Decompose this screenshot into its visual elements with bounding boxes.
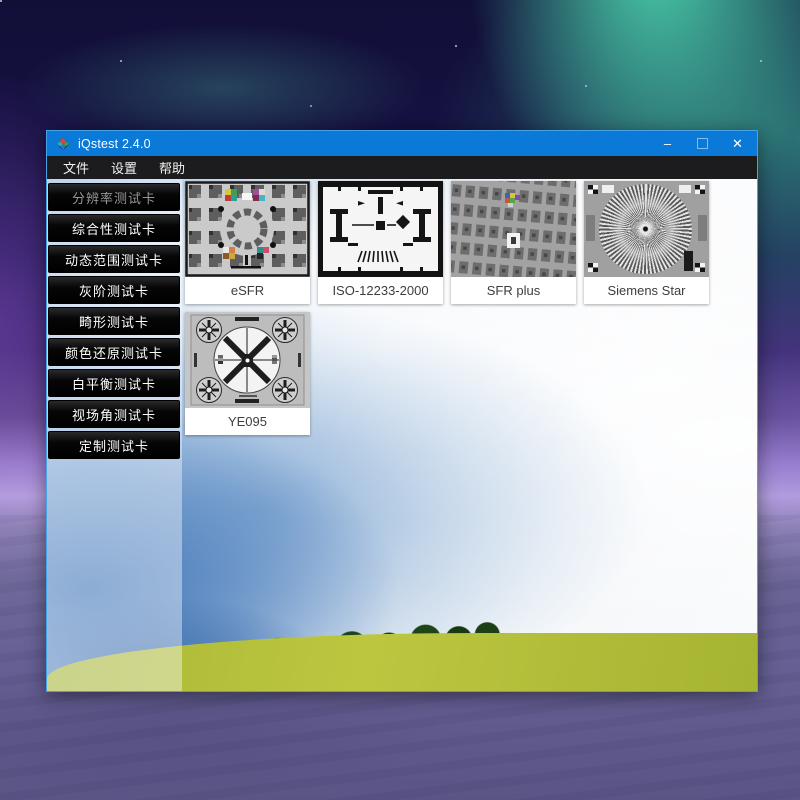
menu-item-file[interactable]: 文件 <box>63 158 89 177</box>
sfr-plus-chart-thumbnail <box>451 181 576 277</box>
sfr-plus-chart-graphic <box>451 181 576 277</box>
siemens-star-chart-thumbnail <box>584 181 709 277</box>
ye095-chart-thumbnail <box>185 312 310 408</box>
close-button[interactable]: ✕ <box>720 131 755 156</box>
wallpaper-stars <box>0 0 2 2</box>
iqstest-app-icon <box>56 137 70 151</box>
sidebar-item-custom[interactable]: 定制测试卡 <box>48 431 180 459</box>
sidebar-item-resolution[interactable]: 分辨率测试卡 <box>48 183 180 211</box>
card-siemens-star[interactable]: Siemens Star <box>584 181 709 304</box>
sidebar-item-comprehensive[interactable]: 综合性测试卡 <box>48 214 180 242</box>
card-label: SFR plus <box>451 277 576 304</box>
white-patch <box>679 185 691 193</box>
sidebar-item-color-restore[interactable]: 颜色还原测试卡 <box>48 338 180 366</box>
registration-mark <box>588 185 598 194</box>
iso-12233-chart-thumbnail <box>318 181 443 277</box>
white-patch <box>602 185 614 193</box>
maximize-icon <box>697 138 708 149</box>
card-label: eSFR <box>185 277 310 304</box>
card-label: ISO-12233-2000 <box>318 277 443 304</box>
menu-item-settings[interactable]: 设置 <box>111 158 137 177</box>
sidebar-item-distortion[interactable]: 畸形测试卡 <box>48 307 180 335</box>
sidebar-item-grayscale[interactable]: 灰阶测试卡 <box>48 276 180 304</box>
iso-12233-chart-graphic <box>318 181 443 277</box>
registration-mark <box>695 263 705 272</box>
ye095-chart-graphic <box>185 312 310 408</box>
maximize-button[interactable] <box>685 131 720 156</box>
registration-mark <box>695 185 705 194</box>
card-label: Siemens Star <box>584 277 709 304</box>
window-controls: – ✕ <box>650 131 755 156</box>
sidebar-item-white-balance[interactable]: 白平衡测试卡 <box>48 369 180 397</box>
card-iso-12233[interactable]: ISO-12233-2000 <box>318 181 443 304</box>
iqstest-window: iQstest 2.4.0 – ✕ 文件 设置 帮助 分辨率测试卡 综合性测试卡… <box>46 130 758 692</box>
sidebar-item-dynamic-range[interactable]: 动态范围测试卡 <box>48 245 180 273</box>
minimize-button[interactable]: – <box>650 131 685 156</box>
card-ye095[interactable]: YE095 <box>185 312 310 435</box>
esfr-chart-graphic <box>185 181 310 277</box>
window-title: iQstest 2.4.0 <box>78 137 151 151</box>
menu-item-help[interactable]: 帮助 <box>159 158 185 177</box>
registration-mark <box>588 263 598 272</box>
card-label: YE095 <box>185 408 310 435</box>
side-tab <box>586 215 595 241</box>
window-titlebar[interactable]: iQstest 2.4.0 – ✕ <box>47 131 757 156</box>
client-area: 分辨率测试卡 综合性测试卡 动态范围测试卡 灰阶测试卡 畸形测试卡 颜色还原测试… <box>47 179 757 691</box>
siemens-star-graphic <box>599 184 692 274</box>
black-patch <box>684 251 693 271</box>
side-tab <box>698 215 707 241</box>
esfr-chart-thumbnail <box>185 181 310 277</box>
menu-bar: 文件 设置 帮助 <box>47 156 757 179</box>
sidebar-item-field-of-view[interactable]: 视场角测试卡 <box>48 400 180 428</box>
sidebar: 分辨率测试卡 综合性测试卡 动态范围测试卡 灰阶测试卡 畸形测试卡 颜色还原测试… <box>47 179 182 691</box>
card-esfr[interactable]: eSFR <box>185 181 310 304</box>
card-sfr-plus[interactable]: SFR plus <box>451 181 576 304</box>
